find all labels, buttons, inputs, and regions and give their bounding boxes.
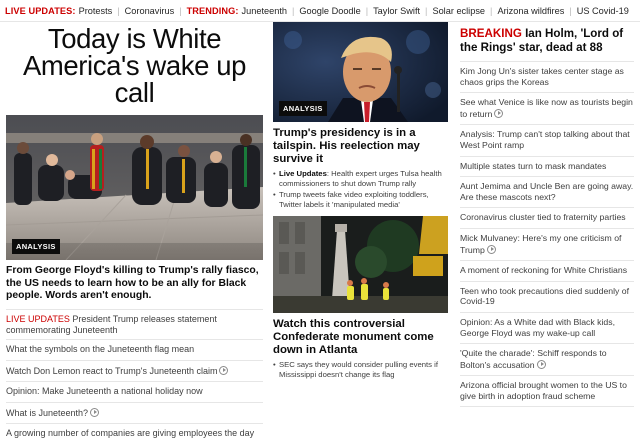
story-headline[interactable]: Watch this controversial Confederate mon… [273,318,448,357]
video-play-icon [536,359,546,369]
list-item-text: Trump tweets fake video exploiting toddl… [279,190,429,209]
list-item-text: Arizona official brought women to the US… [460,380,627,401]
story-headline[interactable]: Trump's presidency is in a tailspin. His… [273,127,448,166]
ticker-divider: | [179,6,182,16]
list-item[interactable]: What is Juneteenth? [6,401,263,423]
list-item-text: Aunt Jemima and Uncle Ben are going away… [460,181,634,202]
trending-bar: LIVE UPDATES: Protests | Coronavirus | T… [0,0,640,22]
video-play-icon [494,108,504,118]
list-item[interactable]: A growing number of companies are giving… [6,422,263,439]
list-item[interactable]: Multiple states turn to mask mandates [460,155,634,177]
lead-photo[interactable]: ANALYSIS [6,115,263,260]
headlines-list: Kim Jong Un's sister takes center stage … [460,61,634,408]
list-item-text: Coronavirus cluster tied to fraternity p… [460,212,626,223]
ticker-link-protests[interactable]: Protests [79,6,113,16]
live-updates-label: LIVE UPDATES: [5,6,76,16]
ticker-link-solar-eclipse[interactable]: Solar eclipse [432,6,485,16]
list-item[interactable]: Teen who took precautions died suddenly … [460,280,634,312]
list-item[interactable]: Live Updates: Health expert urges Tulsa … [273,169,448,188]
list-item[interactable]: SEC says they would consider pulling eve… [273,360,448,379]
list-item[interactable]: Aunt Jemima and Uncle Ben are going away… [460,176,634,207]
ticker-divider: | [117,6,120,16]
monument-removal-photo [273,216,448,314]
list-item-text: Opinion: Make Juneteenth a national holi… [6,385,203,396]
middle-column: ANALYSIS Trump's presidency is in a tail… [273,22,448,382]
list-item-text: Analysis: Trump can't stop talking about… [460,129,630,150]
list-item-text: Opinion: As a White dad with Black kids,… [460,316,615,338]
ticker-divider: | [425,6,428,16]
list-item-text: SEC says they would consider pulling eve… [279,360,438,379]
video-play-icon [219,365,229,375]
lead-headline[interactable]: Today is White America's wake up call [6,25,263,109]
video-play-icon [486,244,496,254]
breaking-tag: BREAKING [460,27,522,40]
list-item-text: 'Quite the charade': Schiff responds to … [460,348,607,370]
lead-column: Today is White America's wake up call AN… [6,22,263,439]
list-item-text: What is Juneteenth? [6,407,89,418]
breaking-headline[interactable]: BREAKING Ian Holm, 'Lord of the Rings' s… [460,27,634,61]
list-item[interactable]: Analysis: Trump can't stop talking about… [460,124,634,155]
list-item-text: Watch Don Lemon react to Trump's Junetee… [6,365,218,376]
trending-label: TRENDING: [186,6,239,16]
list-item[interactable]: Opinion: As a White dad with Black kids,… [460,311,634,343]
analysis-tag: ANALYSIS [12,239,60,254]
lead-related-list: LIVE UPDATES President Trump releases st… [6,308,263,439]
ticker-divider: | [490,6,493,16]
story-bullets: Live Updates: Health expert urges Tulsa … [273,169,448,209]
ticker-link-google-doodle[interactable]: Google Doodle [299,6,360,16]
list-item-text: Mick Mulvaney: Here's my one criticism o… [460,232,622,255]
list-item[interactable]: See what Venice is like now as tourists … [460,92,634,124]
list-item-text: Kim Jong Un's sister takes center stage … [460,66,624,87]
ticker-link-us-covid-19[interactable]: US Covid-19 [577,6,629,16]
list-item[interactable]: 'Quite the charade': Schiff responds to … [460,343,634,375]
monument-photo[interactable] [273,216,448,314]
list-item[interactable]: LIVE UPDATES President Trump releases st… [6,308,263,339]
ticker-divider: | [569,6,572,16]
list-item[interactable]: Trump tweets fake video exploiting toddl… [273,190,448,209]
list-item[interactable]: Mick Mulvaney: Here's my one criticism o… [460,227,634,260]
live-updates-tag: LIVE UPDATES [6,313,70,324]
list-item[interactable]: Opinion: Make Juneteenth a national holi… [6,380,263,402]
analysis-tag: ANALYSIS [279,101,327,116]
story-bullets: SEC says they would consider pulling eve… [273,360,448,379]
list-item-text: Teen who took precautions died suddenly … [460,285,630,307]
right-column: BREAKING Ian Holm, 'Lord of the Rings' s… [460,22,634,408]
ticker-divider: | [292,6,295,16]
list-item[interactable]: A moment of reckoning for White Christia… [460,260,634,281]
list-item[interactable]: Watch Don Lemon react to Trump's Junetee… [6,359,263,381]
trump-photo[interactable]: ANALYSIS [273,22,448,122]
ticker-link-arizona-wildfires[interactable]: Arizona wildfires [497,6,564,16]
list-item[interactable]: Kim Jong Un's sister takes center stage … [460,61,634,92]
list-item-text: A moment of reckoning for White Christia… [460,265,628,276]
ticker-divider: | [365,6,369,16]
list-item-text: A growing number of companies are giving… [6,427,255,439]
list-item-text: See what Venice is like now as tourists … [460,97,633,119]
list-item[interactable]: Coronavirus cluster tied to fraternity p… [460,207,634,228]
list-item[interactable]: What the symbols on the Juneteenth flag … [6,338,263,360]
ticker-link-juneteenth[interactable]: Juneteenth [242,6,287,16]
lead-summary[interactable]: From George Floyd's killing to Trump's r… [6,265,263,303]
ticker-link-coronavirus[interactable]: Coronavirus [125,6,175,16]
ticker-link-taylor-swift[interactable]: Taylor Swift [373,6,420,16]
list-item[interactable]: Arizona official brought women to the US… [460,375,634,408]
live-updates-tag: Live Updates [279,169,327,178]
video-play-icon [90,407,100,417]
list-item-text: What the symbols on the Juneteenth flag … [6,343,195,354]
list-item-text: Multiple states turn to mask mandates [460,160,607,171]
